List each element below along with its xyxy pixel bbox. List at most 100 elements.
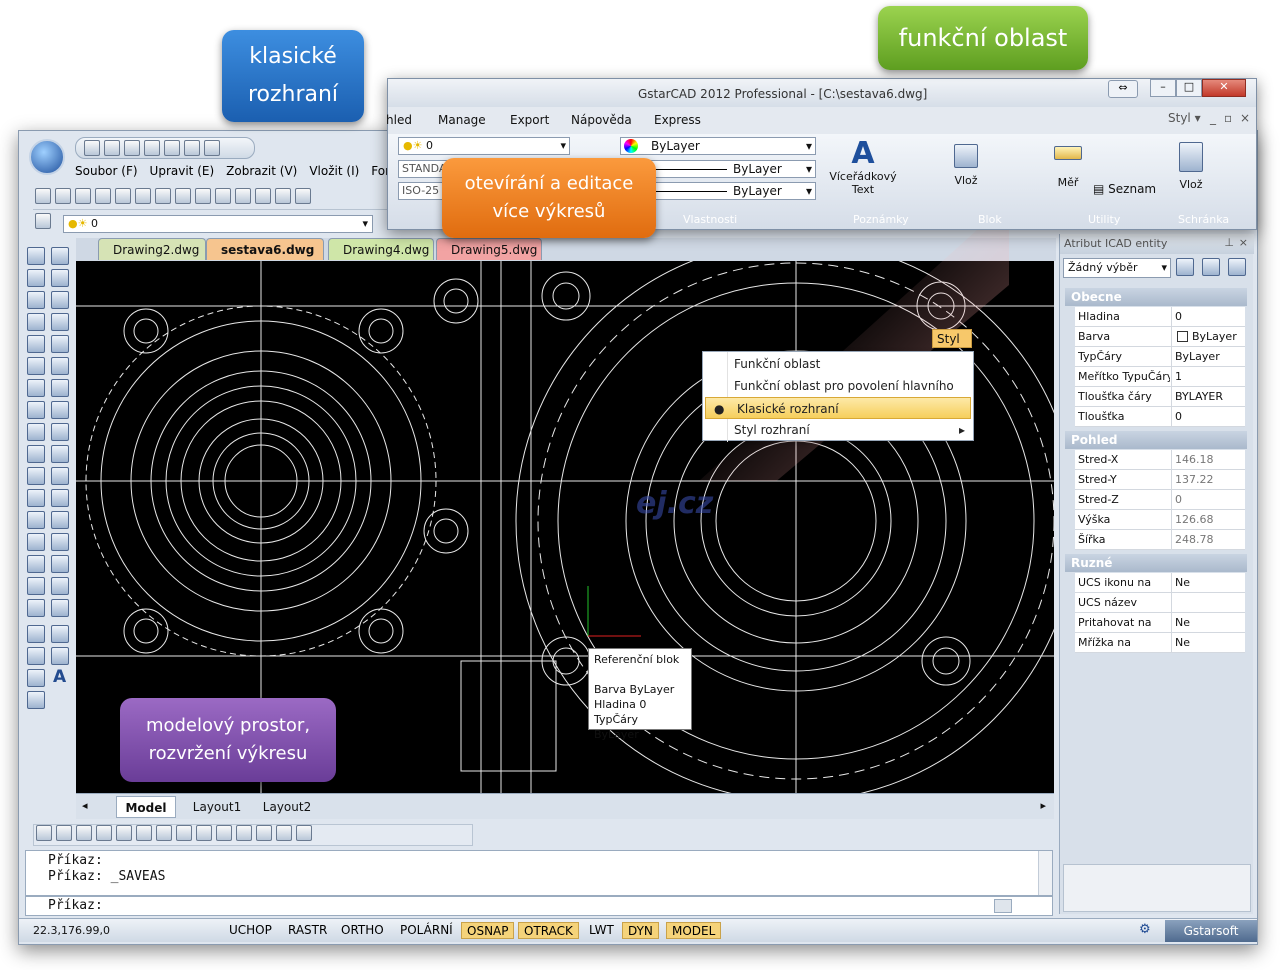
join-icon[interactable] <box>27 533 45 551</box>
save-icon[interactable] <box>95 188 111 204</box>
ellipse-arc-icon[interactable] <box>51 533 69 551</box>
command-scrollbar[interactable] <box>1038 851 1052 895</box>
rectangle-icon[interactable] <box>51 401 69 419</box>
menu-item-klasicke-rozhrani[interactable]: ● Klasické rozhraní <box>705 397 971 419</box>
app-menu-button[interactable] <box>29 139 65 175</box>
tray-settings-icon[interactable]: ⚙ <box>1139 922 1151 937</box>
paste-icon[interactable] <box>215 188 231 204</box>
pickadd-icon[interactable] <box>1202 258 1220 276</box>
line-icon[interactable] <box>27 247 45 265</box>
dim-baseline-icon[interactable] <box>196 825 212 841</box>
spline-icon[interactable] <box>51 489 69 507</box>
array-icon[interactable] <box>27 357 45 375</box>
tolerance-icon[interactable] <box>236 825 252 841</box>
style-dropdown[interactable]: Styl ▾ <box>1168 111 1201 125</box>
pin-icon[interactable]: ⊥ <box>1224 236 1234 249</box>
prop-row[interactable]: Pritahovat na Ne <box>1075 613 1245 633</box>
text-tool-icon[interactable] <box>51 269 69 287</box>
chamfer-icon[interactable] <box>27 555 45 573</box>
menu-item-styl-rozhrani[interactable]: Styl rozhraní ▸ <box>703 419 973 441</box>
tab-drawing2[interactable]: Drawing2.dwg <box>98 238 206 260</box>
hatch-icon[interactable] <box>51 313 69 331</box>
save-as-icon[interactable] <box>144 140 160 156</box>
dim-arc-icon[interactable] <box>76 825 92 841</box>
center-mark-icon[interactable] <box>256 825 272 841</box>
select-objects-icon[interactable] <box>1228 258 1246 276</box>
publish-icon[interactable] <box>204 140 220 156</box>
tab-napoveda[interactable]: Nápověda <box>571 113 632 127</box>
dim-continue-icon[interactable] <box>216 825 232 841</box>
tab-express[interactable]: Express <box>654 113 701 127</box>
layer-states-icon[interactable] <box>27 625 45 643</box>
tab-manage[interactable]: Manage <box>438 113 486 127</box>
menu-item-funkcni-oblast-menu[interactable]: Funkční oblast pro povolení hlavního men… <box>703 375 973 415</box>
doc-restore-icon[interactable]: ▫ <box>1224 111 1232 125</box>
mirror-icon[interactable] <box>27 313 45 331</box>
break-icon[interactable] <box>27 511 45 529</box>
status-lwt[interactable]: LWT <box>584 922 619 939</box>
tab-layout1[interactable]: Layout1 <box>186 796 248 818</box>
polygon-icon[interactable] <box>51 379 69 397</box>
layer-dropdown[interactable]: ●☀ 0 ▾ <box>398 137 570 155</box>
command-input[interactable]: Příkaz: <box>25 896 1053 916</box>
insert-block-icon[interactable] <box>51 555 69 573</box>
prop-row[interactable]: UCS název <box>1075 593 1245 613</box>
zoom-icon[interactable] <box>55 188 71 204</box>
close-icon[interactable]: × <box>1239 236 1248 249</box>
polyline-icon[interactable] <box>51 247 69 265</box>
status-dyn[interactable]: DYN <box>622 922 659 939</box>
prop-row[interactable]: Barva ByLayer <box>1075 327 1245 347</box>
menu-item-funkcni-oblast[interactable]: Funkční oblast <box>703 353 973 375</box>
section-obecne[interactable]: Obecne <box>1065 288 1247 306</box>
doc-close-icon[interactable]: × <box>1240 111 1250 125</box>
gradient-icon[interactable] <box>51 335 69 353</box>
scale-icon[interactable] <box>27 423 45 441</box>
fillet-icon[interactable] <box>27 577 45 595</box>
layer-dropdown[interactable]: ●☀ 0 ▾ <box>63 215 373 233</box>
layer-iso-icon[interactable] <box>27 669 45 687</box>
prop-row[interactable]: Hladina 0 <box>1075 307 1245 327</box>
status-model[interactable]: MODEL <box>666 922 722 939</box>
dim-quick-icon[interactable] <box>176 825 192 841</box>
prop-row[interactable]: Stred-X 146.18 <box>1075 450 1245 470</box>
status-polarni[interactable]: POLÁRNÍ <box>395 922 458 939</box>
quick-select-icon[interactable] <box>1176 258 1194 276</box>
erase-icon[interactable] <box>27 269 45 287</box>
list-button[interactable]: ▤ Seznam <box>1093 182 1156 196</box>
status-ortho[interactable]: ORTHO <box>336 922 389 939</box>
redo-icon[interactable] <box>295 188 311 204</box>
extend-icon[interactable] <box>27 489 45 507</box>
prop-row[interactable]: Výška 126.68 <box>1075 510 1245 530</box>
open-icon[interactable] <box>75 188 91 204</box>
point-icon[interactable] <box>51 599 69 617</box>
print-icon[interactable] <box>115 188 131 204</box>
table-icon[interactable] <box>51 625 69 643</box>
tab-export[interactable]: Export <box>510 113 549 127</box>
tab-drawing4[interactable]: Drawing4.dwg <box>328 238 434 260</box>
tab-sestava6[interactable]: sestava6.dwg × <box>206 238 324 279</box>
open-file-icon[interactable] <box>104 140 120 156</box>
layer-prev-icon[interactable] <box>27 647 45 665</box>
status-rastr[interactable]: RASTR <box>283 922 332 939</box>
status-otrack[interactable]: OTRACK <box>518 922 579 939</box>
tab-drawing5[interactable]: Drawing5.dwg <box>436 238 542 260</box>
cut-icon[interactable] <box>175 188 191 204</box>
close-button[interactable]: ✕ <box>1202 79 1246 97</box>
prop-row[interactable]: UCS ikonu na Ne <box>1075 573 1245 593</box>
menu-upravit[interactable]: Upravit (E) <box>150 164 215 178</box>
copy-icon[interactable] <box>195 188 211 204</box>
print-icon[interactable] <box>164 140 180 156</box>
prop-row[interactable]: Stred-Y 137.22 <box>1075 470 1245 490</box>
region-tool-icon[interactable] <box>51 647 69 665</box>
restore-arrows-icon[interactable]: ⇔ <box>1108 80 1138 98</box>
dim-diameter-icon[interactable] <box>136 825 152 841</box>
revcloud-icon[interactable] <box>51 467 69 485</box>
dim-edit-icon[interactable] <box>276 825 292 841</box>
rotate-icon[interactable] <box>27 401 45 419</box>
tab-model[interactable]: Model <box>116 796 176 818</box>
prop-row[interactable]: Tloušťka čáry BYLAYER <box>1075 387 1245 407</box>
match-properties-icon[interactable] <box>235 188 251 204</box>
multiline-text-button[interactable]: A Víceřádkový Text <box>828 138 898 208</box>
maximize-button[interactable]: □ <box>1176 79 1202 97</box>
minimize-button[interactable]: – <box>1150 79 1176 97</box>
